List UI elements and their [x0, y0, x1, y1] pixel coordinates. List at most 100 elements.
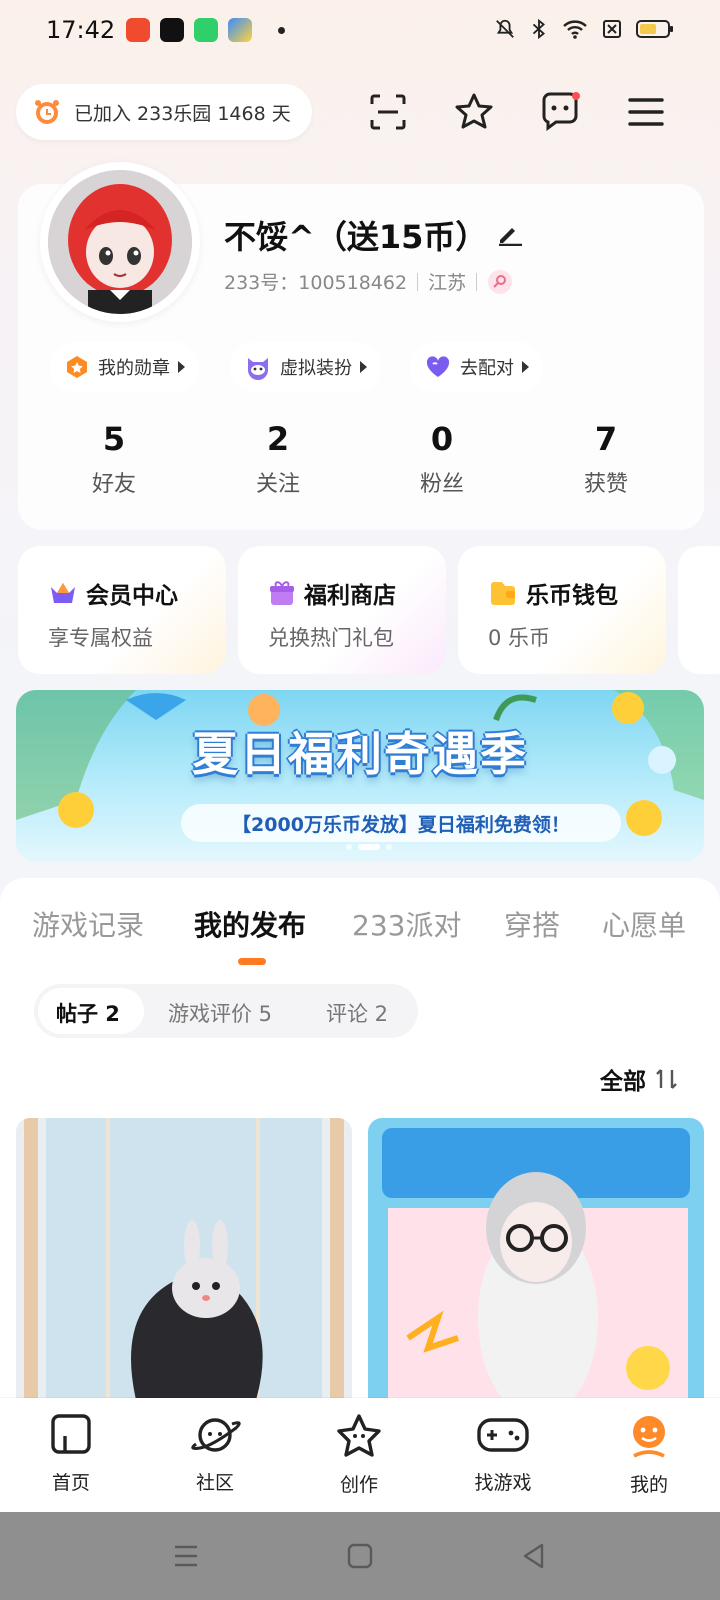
favorites-button[interactable] — [448, 86, 500, 138]
star-icon — [455, 93, 493, 129]
chip-label: 我的勋章 — [98, 358, 170, 379]
scan-button[interactable] — [362, 86, 414, 138]
feature-card-partial[interactable] — [678, 546, 720, 674]
planet-icon — [191, 1418, 241, 1452]
divider — [417, 272, 419, 291]
home-system-icon[interactable] — [346, 1542, 374, 1570]
wifi-icon — [563, 20, 587, 39]
post-thumbnail — [368, 1118, 704, 1400]
avatar-image — [48, 170, 192, 314]
feature-title: 福利商店 — [304, 583, 396, 609]
user-location: 江苏 — [428, 272, 467, 294]
feature-subtitle: 兑换热门礼包 — [268, 626, 394, 650]
feature-welfare-store[interactable]: 福利商店 兑换热门礼包 — [238, 546, 446, 674]
gamepad-icon — [477, 1418, 529, 1452]
wallet-icon — [491, 582, 515, 605]
nav-label: 首页 — [51, 1472, 90, 1494]
subtab-game-reviews[interactable]: 游戏评价 5 — [168, 998, 272, 1028]
nav-label: 我的 — [629, 1474, 668, 1496]
play-app-icon — [228, 18, 252, 42]
chip-match[interactable]: 去配对 — [410, 342, 543, 392]
stat-fans[interactable]: 0 粉丝 — [382, 420, 502, 498]
chip-label: 去配对 — [460, 358, 514, 379]
page-dot-active — [358, 844, 380, 850]
medal-icon — [67, 356, 87, 378]
stat-label: 关注 — [255, 472, 300, 497]
profile-icon — [633, 1416, 665, 1458]
banner-title: 夏日福利奇遇季 — [192, 727, 528, 781]
home-icon — [51, 1414, 91, 1454]
message-icon — [542, 92, 580, 131]
nav-home[interactable]: 首页 — [16, 1412, 126, 1495]
back-icon[interactable] — [520, 1542, 548, 1570]
stat-friends[interactable]: 5 好友 — [54, 420, 174, 498]
feature-coin-wallet[interactable]: 乐币钱包 0 乐币 — [458, 546, 666, 674]
subtab-posts[interactable]: 帖子 2 — [56, 998, 120, 1028]
sort-filter[interactable]: 全部 — [600, 1062, 680, 1096]
tab-game-records[interactable]: 游戏记录 — [32, 904, 144, 944]
stat-value: 0 — [430, 420, 454, 458]
status-time: 17:42 — [46, 16, 116, 44]
chevron-right-icon — [178, 361, 185, 373]
stat-following[interactable]: 2 关注 — [218, 420, 338, 498]
divider — [476, 272, 478, 291]
status-app-icons — [126, 18, 285, 42]
active-tab-indicator — [238, 958, 266, 965]
nav-community[interactable]: 社区 — [160, 1412, 270, 1495]
nav-label: 找游戏 — [474, 1472, 532, 1494]
edit-icon[interactable] — [496, 218, 524, 246]
feature-vip-center[interactable]: 会员中心 享专属权益 — [18, 546, 226, 674]
crown-icon — [51, 583, 75, 603]
tab-233-party[interactable]: 233派对 — [352, 904, 461, 944]
menu-icon — [628, 98, 664, 126]
join-days-pill[interactable]: 已加入 233乐园 1468 天 — [16, 84, 312, 140]
feature-subtitle: 0 乐币 — [488, 626, 551, 650]
promo-banner[interactable]: 夏日福利奇遇季 【2000万乐币发放】夏日福利免费领！ — [16, 690, 704, 862]
stat-value: 5 — [102, 420, 126, 458]
tab-wishlist[interactable]: 心愿单 — [602, 904, 686, 944]
scan-icon — [370, 94, 406, 130]
chip-my-medals[interactable]: 我的勋章 — [50, 342, 199, 392]
status-bar: 17:42 — [0, 0, 720, 64]
post-card[interactable] — [16, 1118, 352, 1400]
avatar[interactable] — [40, 162, 200, 322]
messages-button[interactable] — [534, 86, 586, 138]
chevron-right-icon — [522, 361, 529, 373]
stat-value: 7 — [594, 420, 618, 458]
status-system-icons — [494, 18, 674, 40]
gender-female-icon — [488, 269, 513, 294]
nav-label: 社区 — [195, 1472, 234, 1494]
recent-apps-icon[interactable] — [172, 1542, 200, 1570]
stat-value: 2 — [266, 420, 290, 458]
profile-meta: 233号：100518462 江苏 — [224, 268, 513, 295]
stat-label: 获赞 — [583, 472, 628, 497]
nav-mine[interactable]: 我的 — [594, 1412, 704, 1497]
tiktok-icon — [160, 18, 184, 42]
nav-create[interactable]: 创作 — [304, 1412, 414, 1497]
subtab-comments[interactable]: 评论 2 — [326, 998, 388, 1028]
page-dot — [346, 844, 352, 850]
system-navigation-bar — [0, 1512, 720, 1600]
nav-find-games[interactable]: 找游戏 — [448, 1412, 558, 1495]
post-card[interactable] — [368, 1118, 704, 1400]
feature-title: 会员中心 — [86, 583, 178, 609]
sort-label: 全部 — [600, 1069, 646, 1095]
stat-likes[interactable]: 7 获赞 — [546, 420, 666, 498]
banner-subtitle: 【2000万乐币发放】夏日福利免费领！ — [181, 804, 621, 842]
sim-icon — [603, 20, 621, 38]
more-dot-icon — [278, 26, 285, 34]
nav-label: 创作 — [339, 1474, 378, 1496]
post-thumbnail — [16, 1118, 352, 1400]
chip-label: 虚拟装扮 — [280, 358, 352, 379]
alarm-clock-icon — [35, 100, 59, 124]
chevron-right-icon — [360, 361, 367, 373]
tab-my-posts[interactable]: 我的发布 — [194, 904, 306, 944]
stat-label: 好友 — [91, 472, 136, 497]
menu-button[interactable] — [620, 86, 672, 138]
chip-virtual-dress[interactable]: 虚拟装扮 — [230, 342, 381, 392]
banner-pagination — [346, 844, 392, 850]
bluetooth-icon — [532, 18, 545, 40]
gift-icon — [270, 581, 294, 605]
tab-outfits[interactable]: 穿搭 — [504, 904, 560, 944]
stat-label: 粉丝 — [419, 472, 464, 497]
